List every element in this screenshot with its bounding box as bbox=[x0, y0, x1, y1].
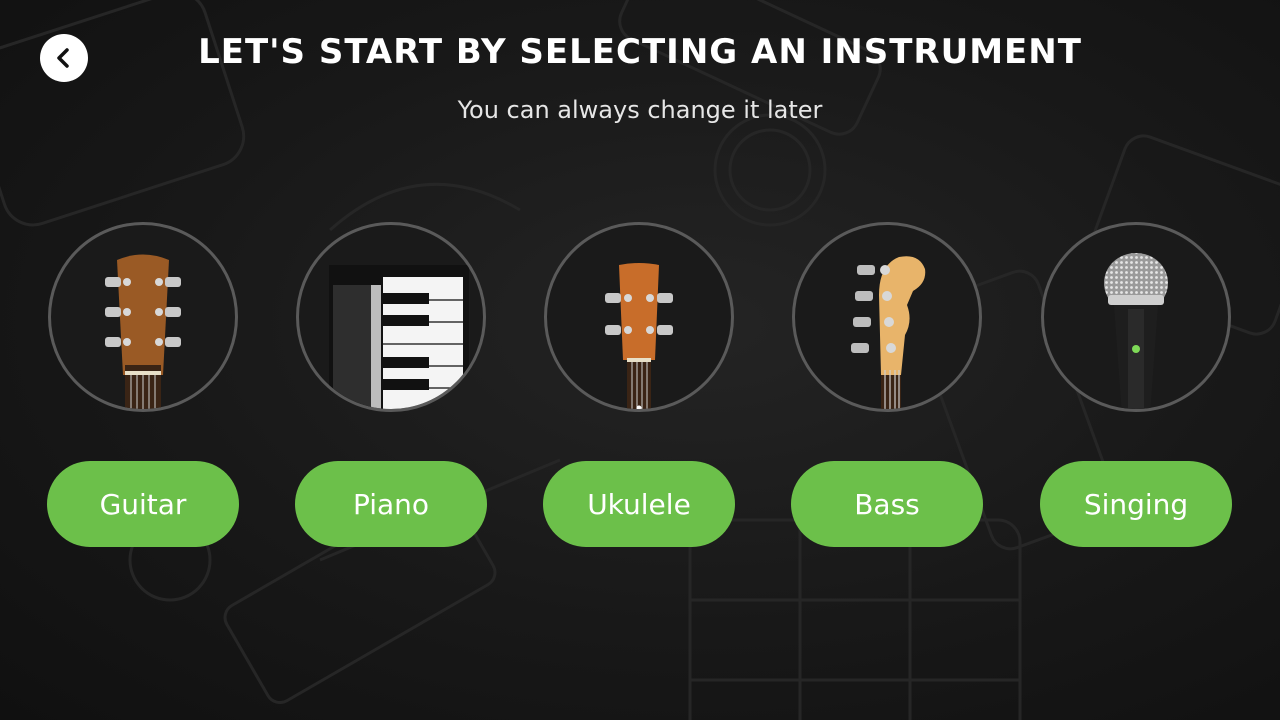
microphone-icon bbox=[1104, 253, 1168, 409]
piano-button[interactable]: Piano bbox=[295, 461, 487, 547]
guitar-button[interactable]: Guitar bbox=[47, 461, 239, 547]
singing-button[interactable]: Singing bbox=[1040, 461, 1232, 547]
guitar-headstock-icon bbox=[105, 254, 181, 409]
piano-keys-icon bbox=[329, 265, 469, 409]
ukulele-button[interactable]: Ukulele bbox=[543, 461, 735, 547]
guitar-option[interactable] bbox=[48, 222, 238, 412]
bass-option[interactable] bbox=[792, 222, 982, 412]
singing-option[interactable] bbox=[1041, 222, 1231, 412]
ukulele-option[interactable] bbox=[544, 222, 734, 412]
ukulele-headstock-icon bbox=[605, 263, 673, 409]
instrument-selection-screen: LET'S START BY SELECTING AN INSTRUMENT Y… bbox=[0, 0, 1280, 720]
piano-option[interactable] bbox=[296, 222, 486, 412]
page-subtitle: You can always change it later bbox=[457, 96, 823, 124]
page-title: LET'S START BY SELECTING AN INSTRUMENT bbox=[198, 32, 1082, 72]
bass-headstock-icon bbox=[851, 256, 926, 409]
bass-button[interactable]: Bass bbox=[791, 461, 983, 547]
